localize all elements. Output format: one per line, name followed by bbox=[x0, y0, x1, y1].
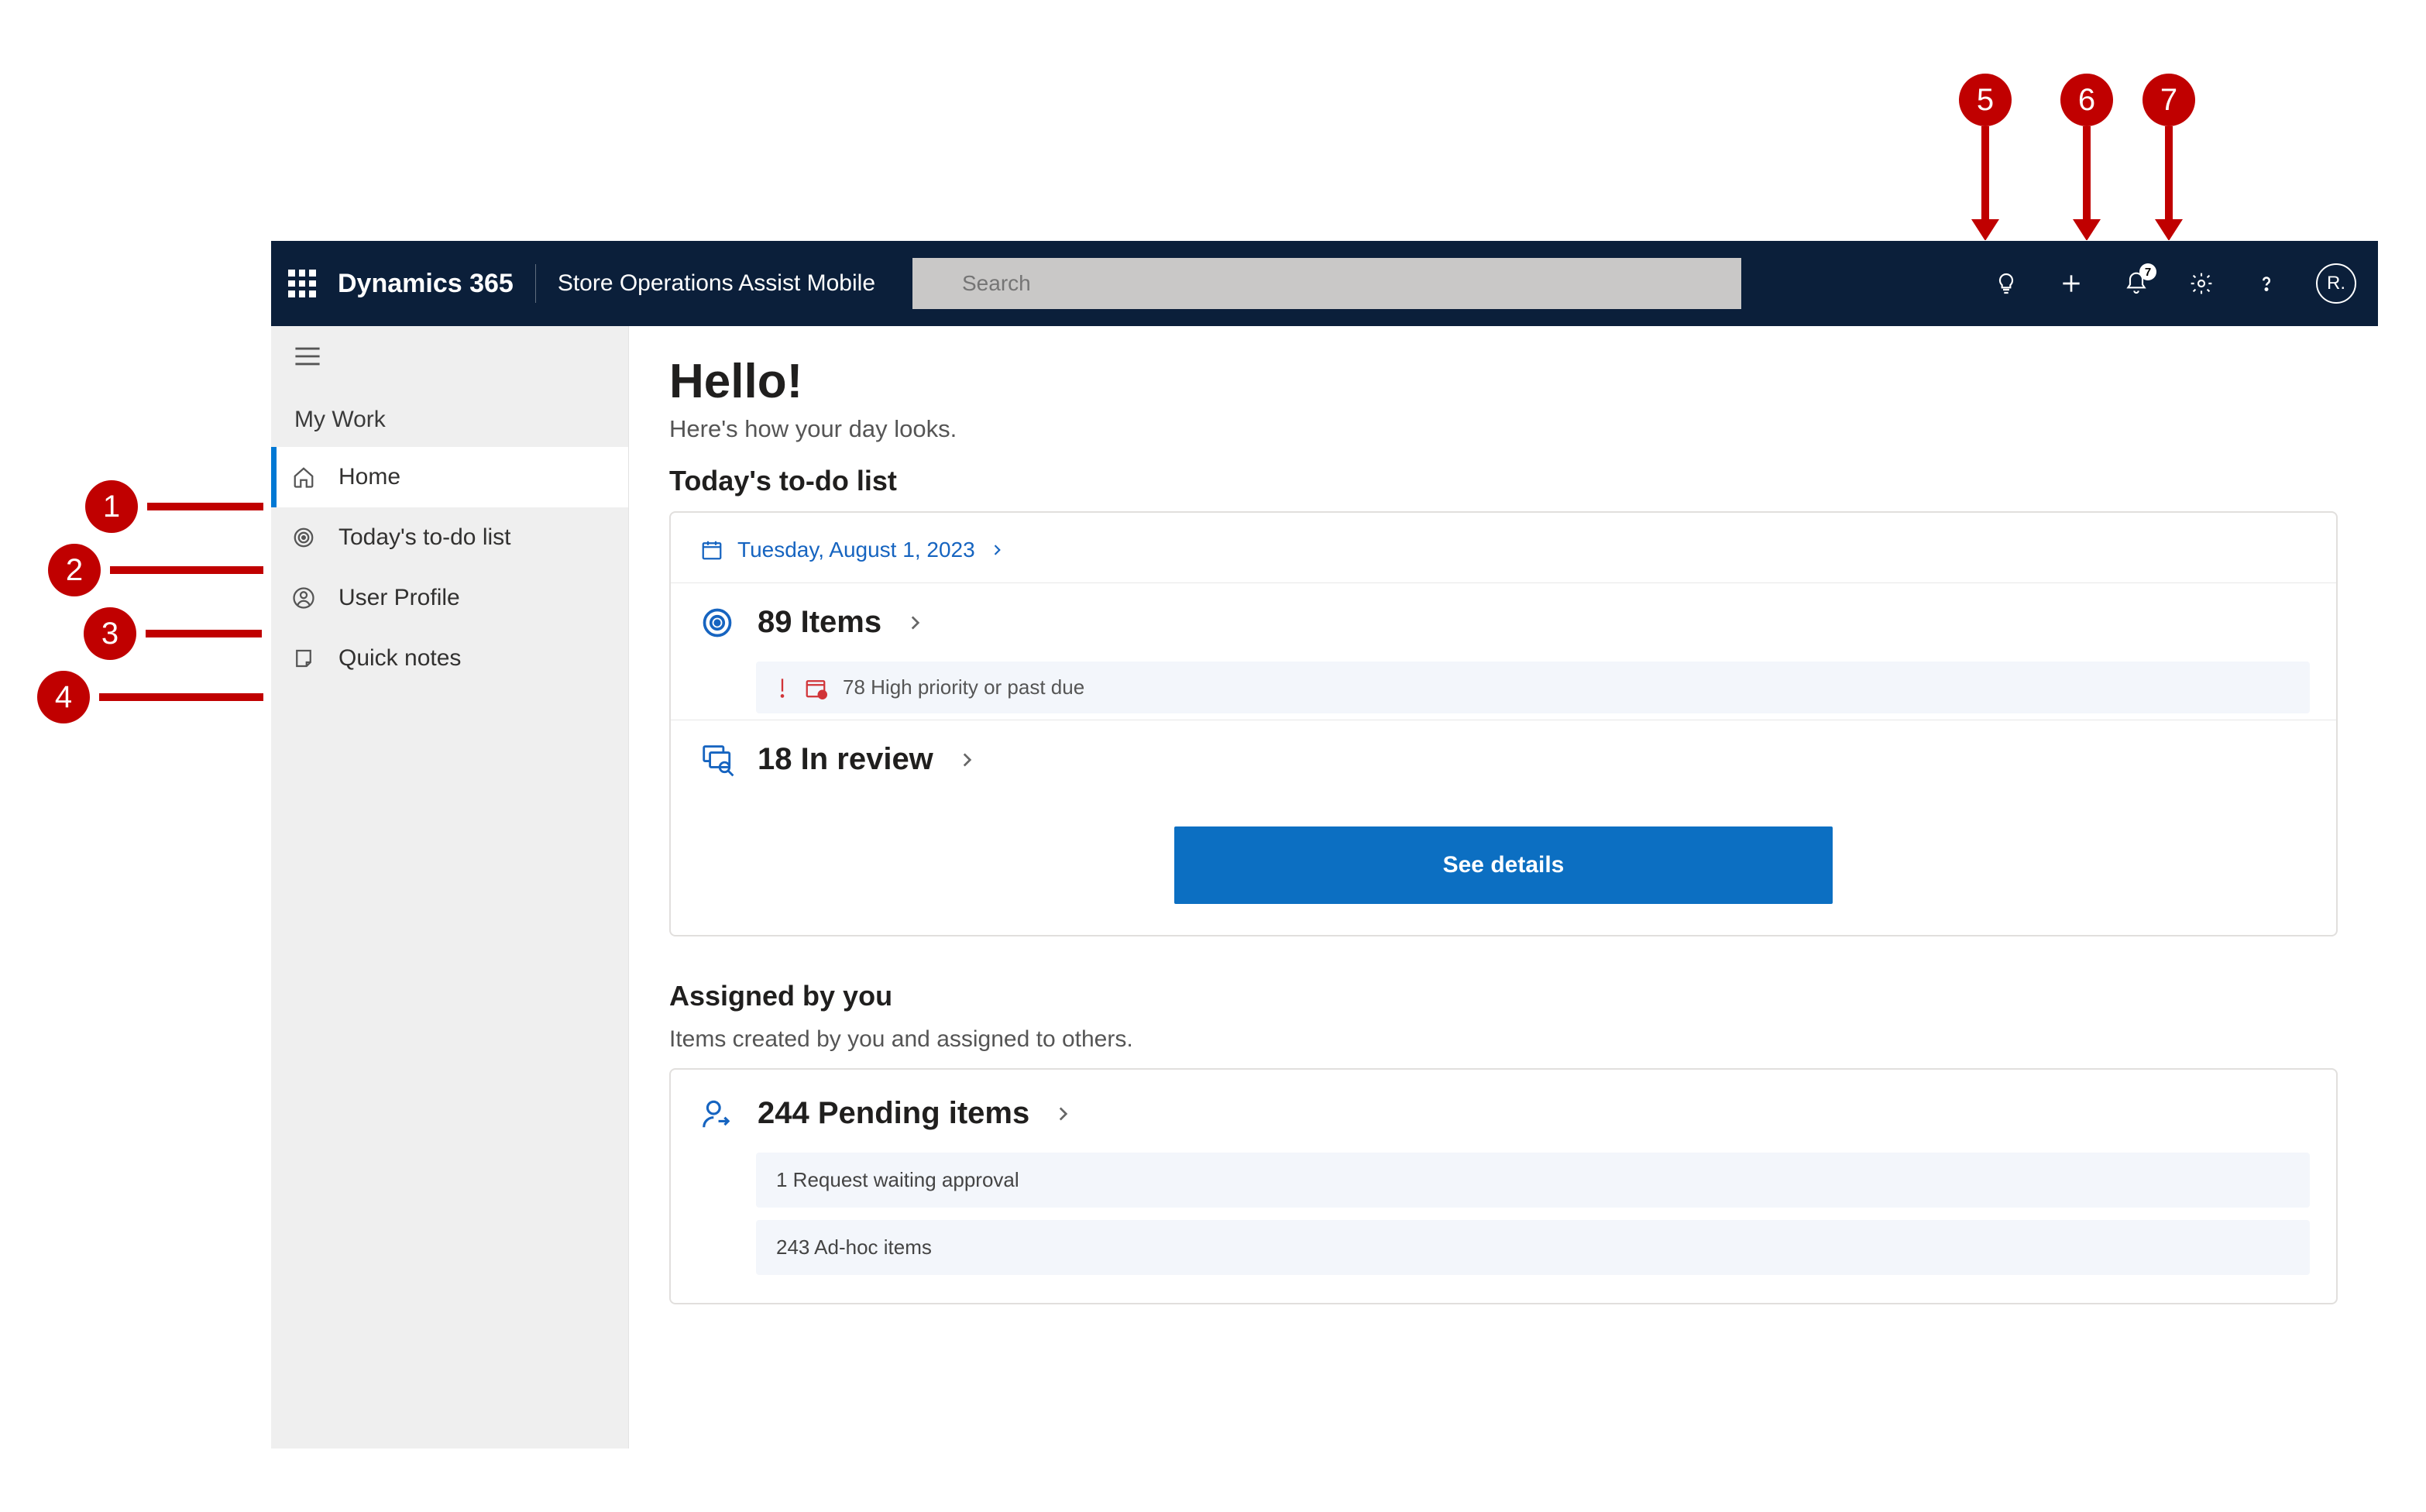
header-bar: Dynamics 365 Store Operations Assist Mob… bbox=[271, 241, 2378, 326]
target-icon bbox=[700, 606, 734, 640]
assigned-subtitle: Items created by you and assigned to oth… bbox=[669, 1026, 2338, 1053]
date-picker[interactable]: Tuesday, August 1, 2023 bbox=[697, 534, 2310, 582]
callout-6: 6 bbox=[2060, 74, 2113, 241]
assigned-section-title: Assigned by you bbox=[669, 980, 2338, 1012]
pending-items-row[interactable]: 244 Pending items bbox=[697, 1091, 2310, 1153]
callout-3: 3 bbox=[84, 607, 293, 660]
calendar-alert-icon bbox=[804, 676, 827, 699]
user-icon bbox=[290, 585, 317, 611]
assigned-card: 244 Pending items 1 Request waiting appr… bbox=[669, 1068, 2338, 1304]
note-icon bbox=[290, 645, 317, 672]
header-actions: 7 R. bbox=[1991, 263, 2356, 304]
assigned-sub-row[interactable]: 243 Ad-hoc items bbox=[756, 1220, 2310, 1275]
greeting-title: Hello! bbox=[669, 354, 2338, 409]
sidebar-item-label: Home bbox=[338, 464, 400, 490]
avatar[interactable]: R. bbox=[2316, 263, 2356, 304]
sidebar-item-label: Quick notes bbox=[338, 645, 461, 672]
callout-bubble: 1 bbox=[85, 480, 138, 533]
callout-bubble: 6 bbox=[2060, 74, 2113, 126]
pending-items-count: 244 Pending items bbox=[758, 1096, 1029, 1131]
sidebar-item-label: Today's to-do list bbox=[338, 524, 511, 551]
person-assign-icon bbox=[700, 1097, 734, 1131]
notifications-icon[interactable]: 7 bbox=[2121, 268, 2152, 299]
sidebar-item-home[interactable]: Home bbox=[271, 447, 628, 507]
add-icon[interactable] bbox=[2056, 268, 2087, 299]
sidebar-item-todo[interactable]: Today's to-do list bbox=[271, 507, 628, 568]
todo-card: Tuesday, August 1, 2023 89 Items bbox=[669, 511, 2338, 936]
in-review-count: 18 In review bbox=[758, 742, 933, 777]
chevron-right-icon bbox=[905, 613, 925, 633]
search-input[interactable] bbox=[912, 258, 1741, 309]
callout-2: 2 bbox=[48, 544, 294, 596]
brand-name: Dynamics 365 bbox=[338, 269, 514, 299]
callout-bubble: 4 bbox=[37, 671, 90, 723]
callout-1: 1 bbox=[85, 480, 294, 533]
hamburger-icon[interactable] bbox=[271, 326, 628, 374]
todo-section-title: Today's to-do list bbox=[669, 465, 2338, 497]
chevron-right-icon bbox=[1053, 1104, 1073, 1124]
home-icon bbox=[290, 464, 317, 490]
items-row[interactable]: 89 Items bbox=[697, 583, 2310, 662]
search-container bbox=[912, 258, 1741, 309]
app-window: Dynamics 365 Store Operations Assist Mob… bbox=[271, 240, 2378, 1448]
high-priority-text: 78 High priority or past due bbox=[843, 675, 1084, 699]
target-icon bbox=[290, 524, 317, 551]
lightbulb-icon[interactable] bbox=[1991, 268, 2022, 299]
chevron-right-icon bbox=[989, 542, 1005, 558]
alert-icon bbox=[776, 677, 789, 699]
chevron-right-icon bbox=[957, 750, 977, 770]
see-details-button[interactable]: See details bbox=[1174, 826, 1833, 904]
greeting-subtitle: Here's how your day looks. bbox=[669, 415, 2338, 443]
divider bbox=[535, 264, 536, 303]
items-count: 89 Items bbox=[758, 605, 881, 640]
callout-7: 7 bbox=[2143, 74, 2195, 241]
sidebar-section-label: My Work bbox=[271, 374, 628, 447]
assigned-sub-row[interactable]: 1 Request waiting approval bbox=[756, 1153, 2310, 1208]
settings-icon[interactable] bbox=[2186, 268, 2217, 299]
calendar-icon bbox=[700, 538, 723, 562]
sidebar: My Work Home Today's to-do list User Pro… bbox=[271, 326, 629, 1448]
app-name: Store Operations Assist Mobile bbox=[558, 270, 875, 297]
app-launcher-icon[interactable] bbox=[288, 270, 316, 297]
help-icon[interactable] bbox=[2251, 268, 2282, 299]
review-icon bbox=[700, 743, 734, 777]
high-priority-row[interactable]: 78 High priority or past due bbox=[756, 662, 2310, 713]
date-text: Tuesday, August 1, 2023 bbox=[737, 538, 975, 562]
callout-5: 5 bbox=[1959, 74, 2012, 241]
sidebar-item-label: User Profile bbox=[338, 585, 460, 611]
in-review-row[interactable]: 18 In review bbox=[697, 720, 2310, 799]
sidebar-item-notes[interactable]: Quick notes bbox=[271, 628, 628, 689]
callout-bubble: 3 bbox=[84, 607, 136, 660]
main-content: Hello! Here's how your day looks. Today'… bbox=[629, 326, 2378, 1448]
callout-4: 4 bbox=[37, 671, 294, 723]
callout-bubble: 2 bbox=[48, 544, 101, 596]
notification-badge: 7 bbox=[2139, 263, 2156, 280]
callout-bubble: 5 bbox=[1959, 74, 2012, 126]
sidebar-item-profile[interactable]: User Profile bbox=[271, 568, 628, 628]
callout-bubble: 7 bbox=[2143, 74, 2195, 126]
